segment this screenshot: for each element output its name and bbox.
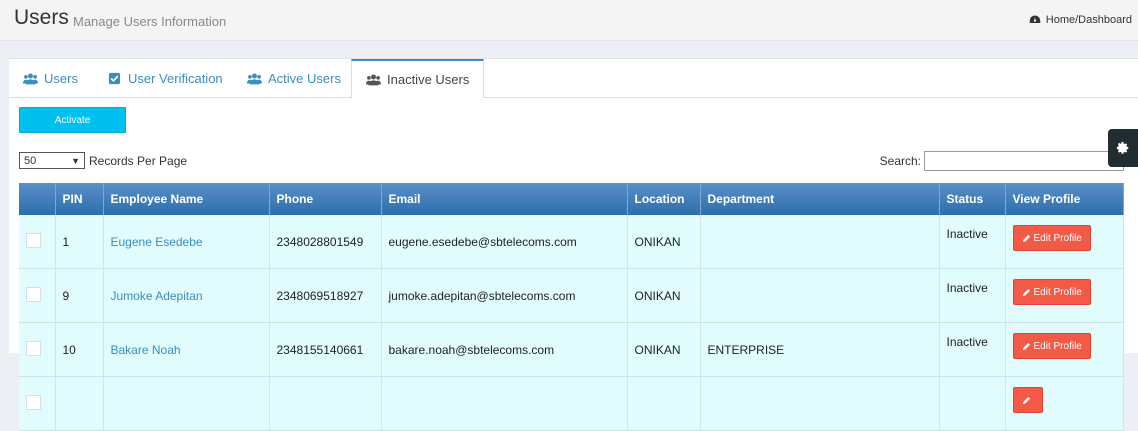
- status-cell: [939, 376, 1006, 431]
- email-cell: bakare.noah@sbtelecoms.com: [381, 322, 628, 377]
- table-row: [19, 376, 1124, 431]
- edit-profile-button[interactable]: Edit Profile: [1012, 225, 1091, 251]
- gear-icon: [1116, 141, 1129, 154]
- tab-users[interactable]: Users: [9, 59, 92, 97]
- status-cell: Inactive: [939, 322, 1006, 377]
- table-row: 9 Jumoke Adepitan 2348069518927 jumoke.a…: [19, 268, 1124, 323]
- users-panel: Users User Verification Active Users Ina…: [9, 58, 1138, 431]
- tab-label: Active Users: [268, 70, 341, 86]
- row-checkbox[interactable]: [26, 232, 41, 248]
- tab-label: User Verification: [128, 70, 223, 86]
- email-cell: [381, 376, 628, 431]
- edit-profile-label: Edit Profile: [1033, 232, 1082, 244]
- row-checkbox[interactable]: [26, 340, 41, 356]
- phone-cell: 2348028801549: [269, 215, 382, 269]
- pencil-icon: [1022, 234, 1030, 242]
- department-cell: ENTERPRISE: [700, 322, 940, 377]
- users-icon: [23, 73, 38, 84]
- page-subtitle: Manage Users Information: [73, 14, 227, 29]
- dashboard-icon: [1029, 15, 1041, 23]
- inactive-users-table: PIN Employee Name Phone Email Location D…: [19, 183, 1124, 431]
- pin-cell: 9: [55, 268, 104, 323]
- phone-cell: 2348155140661: [269, 322, 382, 377]
- phone-cell: [269, 376, 382, 431]
- settings-toggle[interactable]: [1108, 129, 1138, 167]
- view-profile-cell: Edit Profile: [1005, 268, 1124, 323]
- row-select-cell: [19, 215, 56, 269]
- view-profile-cell: Edit Profile: [1005, 322, 1124, 377]
- row-select-cell: [19, 322, 56, 377]
- employee-name-link[interactable]: Bakare Noah: [103, 322, 270, 377]
- records-per-page-label: Records Per Page: [89, 153, 188, 168]
- edit-profile-button[interactable]: Edit Profile: [1012, 279, 1091, 305]
- header-email[interactable]: Email: [381, 183, 628, 215]
- view-profile-cell: [1005, 376, 1124, 431]
- tab-label: Inactive Users: [387, 72, 470, 87]
- caret-down-icon: ▼: [71, 155, 80, 166]
- search: Search:: [880, 151, 1124, 171]
- header-status[interactable]: Status: [939, 183, 1006, 215]
- edit-profile-label: Edit Profile: [1033, 286, 1082, 298]
- page-header: Users Manage Users Information Home/Dash…: [0, 0, 1138, 41]
- location-cell: ONIKAN: [627, 215, 701, 269]
- employee-name-link[interactable]: Jumoke Adepitan: [103, 268, 270, 323]
- pin-cell: 1: [55, 215, 104, 269]
- location-cell: [627, 376, 701, 431]
- header-location[interactable]: Location: [627, 183, 701, 215]
- header-phone[interactable]: Phone: [269, 183, 382, 215]
- table-row: 10 Bakare Noah 2348155140661 bakare.noah…: [19, 322, 1124, 377]
- select-value: 50: [24, 154, 37, 167]
- breadcrumb-label: Home/Dashboard: [1045, 14, 1132, 26]
- header-employee-name[interactable]: Employee Name: [103, 183, 270, 215]
- row-select-cell: [19, 376, 56, 431]
- location-cell: ONIKAN: [627, 322, 701, 377]
- users-icon: [366, 74, 381, 86]
- header-department[interactable]: Department: [700, 183, 940, 215]
- page-title: Users: [14, 6, 69, 29]
- check-square-icon: [108, 72, 121, 84]
- row-checkbox[interactable]: [26, 286, 41, 302]
- phone-cell: 2348069518927: [269, 268, 382, 323]
- status-cell: Inactive: [939, 215, 1006, 269]
- pin-cell: 10: [55, 322, 104, 377]
- edit-profile-button[interactable]: [1012, 387, 1043, 413]
- email-cell: eugene.esedebe@sbtelecoms.com: [381, 215, 628, 269]
- table-row: 1 Eugene Esedebe 2348028801549 eugene.es…: [19, 215, 1124, 269]
- pencil-icon: [1022, 342, 1030, 350]
- department-cell: [700, 376, 940, 431]
- tab-active-users[interactable]: Active Users: [233, 59, 355, 97]
- header-select: [19, 183, 56, 215]
- row-checkbox[interactable]: [26, 394, 41, 410]
- search-input[interactable]: [924, 151, 1124, 171]
- email-cell: jumoke.adepitan@sbtelecoms.com: [381, 268, 628, 323]
- status-cell: Inactive: [939, 268, 1006, 323]
- row-select-cell: [19, 268, 56, 323]
- header-pin[interactable]: PIN: [55, 183, 104, 215]
- pencil-icon: [1022, 396, 1030, 404]
- edit-profile-label: Edit Profile: [1033, 340, 1082, 352]
- employee-name-link[interactable]: Eugene Esedebe: [103, 215, 270, 269]
- records-per-page-select[interactable]: 50 ▼: [19, 152, 85, 169]
- table-header-row: PIN Employee Name Phone Email Location D…: [19, 183, 1124, 215]
- location-cell: ONIKAN: [627, 268, 701, 323]
- tab-label: Users: [44, 70, 78, 86]
- breadcrumb[interactable]: Home/Dashboard: [1029, 14, 1132, 26]
- users-icon: [247, 73, 262, 84]
- edit-profile-button[interactable]: Edit Profile: [1012, 333, 1091, 359]
- activate-button[interactable]: Activate: [19, 107, 126, 133]
- pencil-icon: [1022, 288, 1030, 296]
- tab-bar: Users User Verification Active Users Ina…: [9, 59, 1138, 98]
- department-cell: [700, 268, 940, 323]
- records-per-page: 50 ▼ Records Per Page: [19, 152, 187, 169]
- employee-name-link[interactable]: [103, 376, 270, 431]
- search-label: Search:: [879, 154, 921, 168]
- view-profile-cell: Edit Profile: [1005, 215, 1124, 269]
- pin-cell: [55, 376, 104, 431]
- tab-user-verification[interactable]: User Verification: [93, 59, 237, 97]
- tab-inactive-users[interactable]: Inactive Users: [351, 59, 485, 98]
- header-view-profile: View Profile: [1005, 183, 1124, 215]
- department-cell: [700, 215, 940, 269]
